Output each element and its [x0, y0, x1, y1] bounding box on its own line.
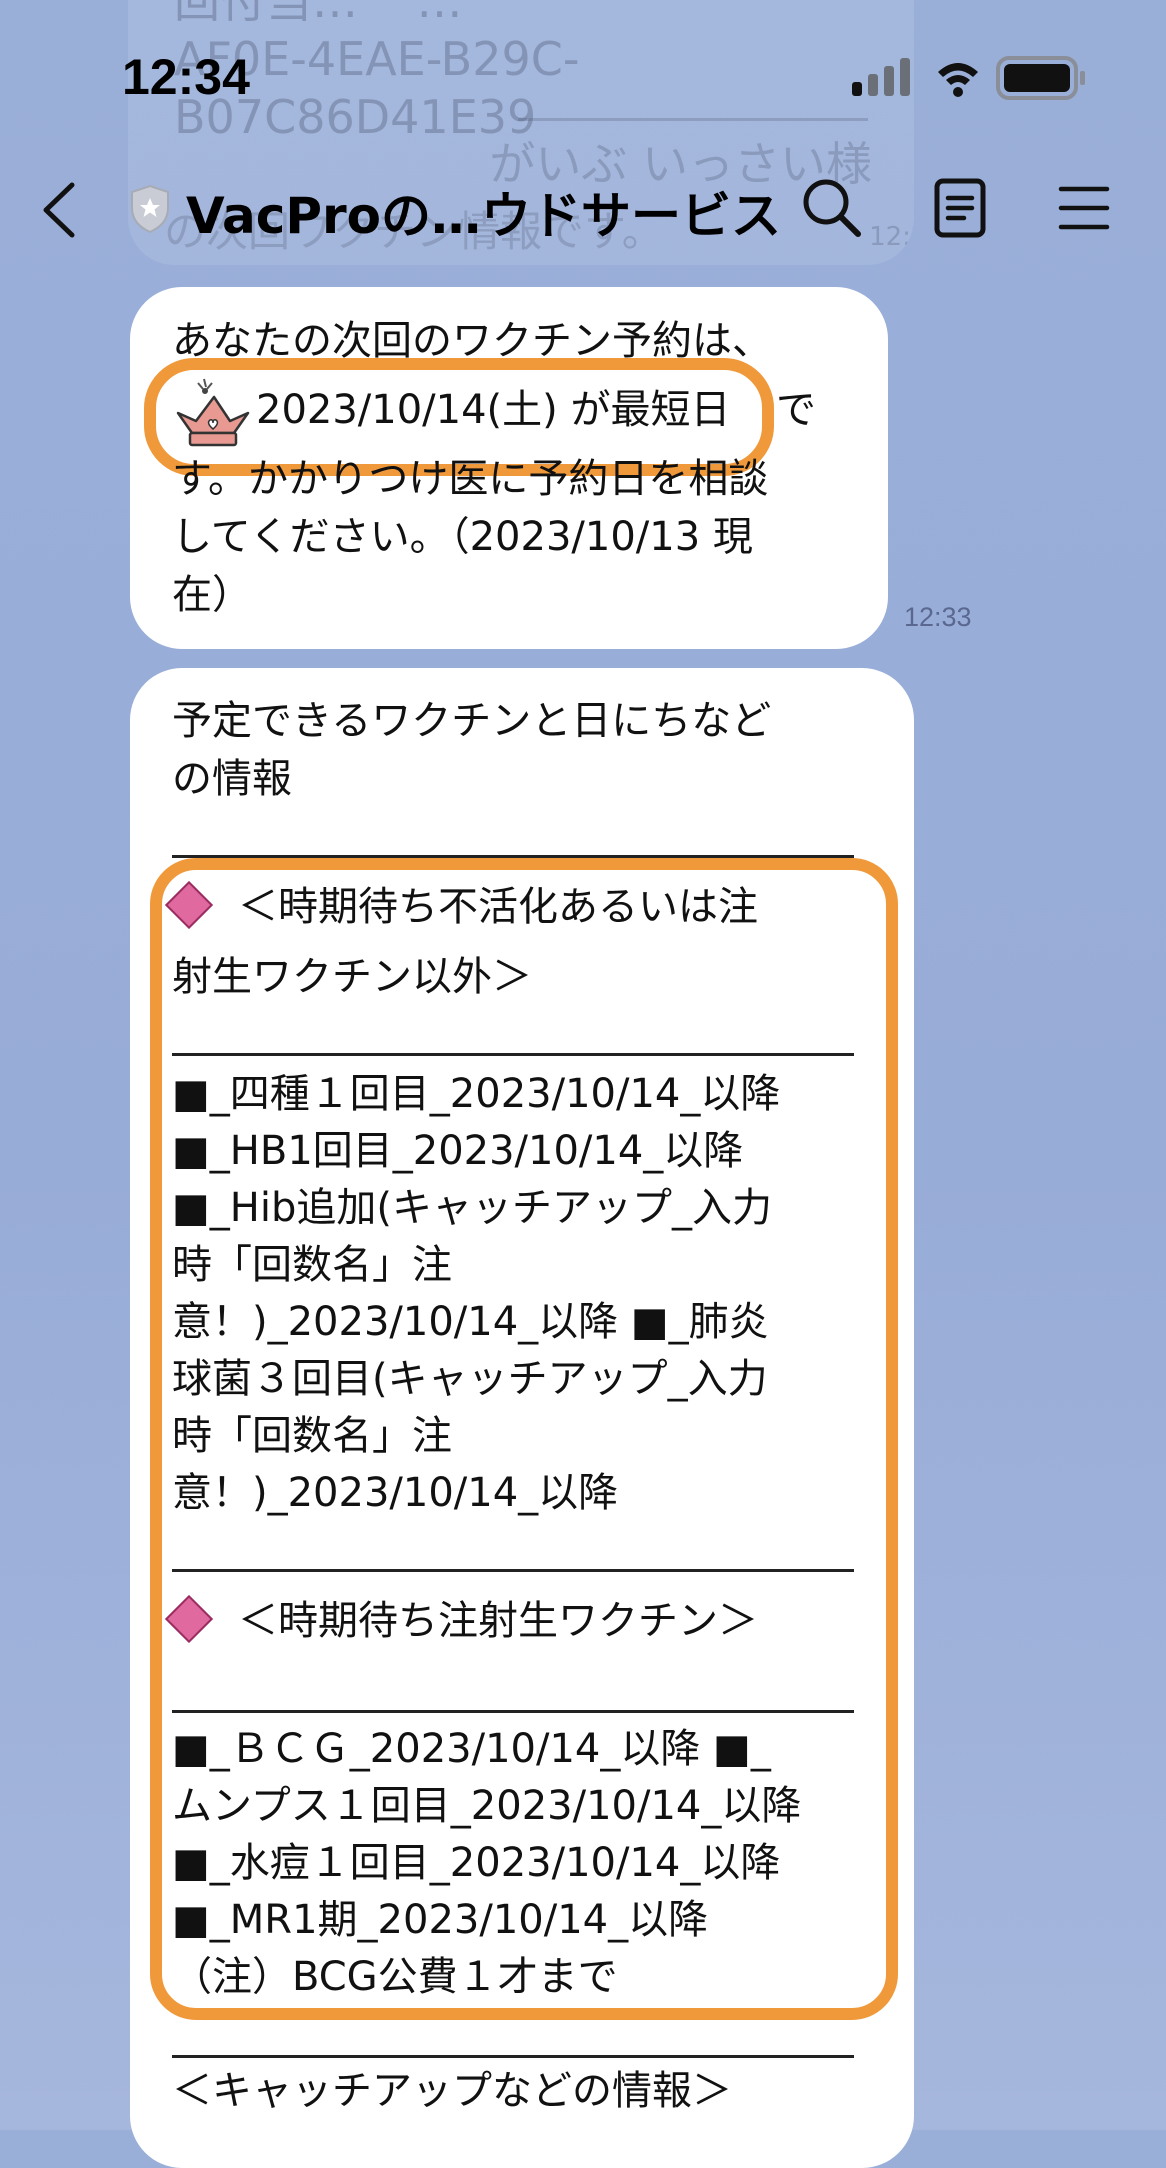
back-arrow-icon[interactable] — [26, 178, 90, 242]
section2-line: ■_ＢＣＧ_2023/10/14_以降 ■_ — [172, 1726, 771, 1772]
signal-icon — [852, 58, 910, 96]
status-icons — [852, 52, 1092, 104]
section1-line: ■_四種１回目_2023/10/14_以降 — [172, 1071, 781, 1117]
battery-icon — [996, 56, 1085, 100]
message2-heading: 予定できるワクチンと日にちなど — [172, 698, 772, 744]
ghost-divider — [518, 118, 868, 121]
section2-line: ■_水痘１回目_2023/10/14_以降 — [172, 1840, 781, 1886]
chat-title[interactable]: VacProの…ウドサービス — [186, 176, 781, 248]
divider — [172, 1569, 854, 1572]
section3-title: ＜キャッチアップなどの情報＞ — [172, 2068, 732, 2114]
section2-line: ムンプス１回目_2023/10/14_以降 — [172, 1783, 802, 1829]
status-time: 12:34 — [122, 49, 250, 105]
section1-line: 意！)_2023/10/14_以降 — [172, 1470, 619, 1516]
notes-icon[interactable] — [928, 172, 992, 244]
section1-line: ■_Hib追加(キャッチアップ_入力 — [172, 1185, 772, 1231]
message1-line5: 在） — [172, 572, 252, 618]
divider — [172, 1710, 854, 1713]
message1-line4: してください。（2023/10/13 現 — [172, 514, 753, 560]
section1-line: ■_HB1回目_2023/10/14_以降 — [172, 1128, 744, 1174]
section1-line: 時「回数名」注 — [172, 1413, 452, 1459]
section1-line: 時「回数名」注 — [172, 1242, 452, 1288]
divider — [172, 1053, 854, 1056]
shield-icon — [128, 184, 172, 234]
search-icon[interactable] — [796, 172, 868, 244]
divider — [172, 2055, 854, 2058]
section2-line: ■_MR1期_2023/10/14_以降 — [172, 1897, 709, 1943]
section2-title: ＜時期待ち注射生ワクチン＞ — [150, 1592, 758, 1650]
section1-title: ＜時期待ち不活化あるいは注 — [150, 878, 758, 936]
menu-icon[interactable] — [1054, 174, 1114, 242]
section2-line: （注）BCG公費１才まで — [172, 1954, 618, 2000]
message-timestamp: 12:33 — [904, 602, 972, 632]
section1-line: 球菌３回目(キャッチアップ_入力 — [172, 1356, 768, 1402]
section1-line: 意！)_2023/10/14_以降 ■_肺炎 — [172, 1299, 769, 1345]
section1-title-cont: 射生ワクチン以外＞ — [172, 954, 532, 1000]
diamond-icon — [164, 880, 214, 930]
diamond-icon — [164, 1594, 214, 1644]
message1-line3: す。かかりつけ医に予約日を相談 — [172, 456, 769, 502]
chat-header: VacProの…ウドサービス — [0, 160, 1166, 256]
wifi-icon — [938, 63, 978, 97]
message1-line2-tail: で — [776, 387, 816, 433]
message2-heading-cont: の情報 — [172, 756, 292, 802]
